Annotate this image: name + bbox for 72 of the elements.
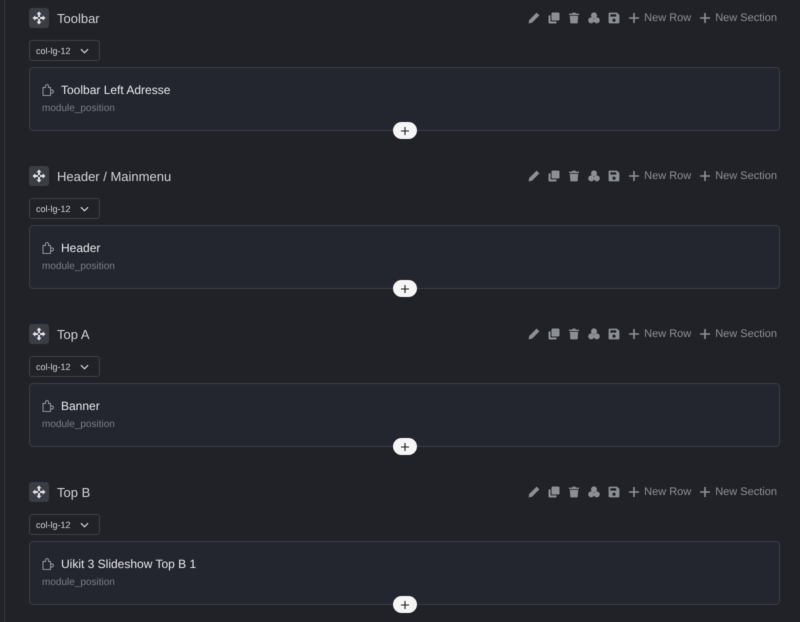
cubes-icon[interactable] [588,328,600,340]
plus-icon [400,126,408,134]
new-section-button[interactable]: New Section [700,11,777,25]
module-position: module_position [42,261,115,272]
trash-icon[interactable] [568,12,580,24]
puzzle-icon [42,84,54,96]
plus-icon [629,487,640,497]
save-icon[interactable] [608,486,620,498]
plus-icon [629,329,640,339]
move-icon[interactable] [29,482,49,502]
cubes-icon[interactable] [588,170,600,182]
add-button[interactable] [392,438,416,455]
new-row-button[interactable]: New Row [629,485,692,499]
chevron-icon [80,522,89,528]
plus-icon [629,13,640,23]
new-row-button[interactable]: New Row [629,169,692,183]
column-select[interactable]: col-lg-12 [29,356,100,377]
puzzle-icon [42,400,54,412]
add-button[interactable] [392,122,416,139]
save-icon[interactable] [608,170,620,182]
copy-icon[interactable] [548,12,560,24]
module-title: Header [61,241,100,255]
new-row-button[interactable]: New Row [629,327,692,341]
add-button[interactable] [392,596,416,613]
trash-icon[interactable] [568,170,580,182]
trash-icon[interactable] [568,328,580,340]
chevron-icon [80,206,89,212]
column-select[interactable]: col-lg-12 [29,514,100,535]
pencil-icon[interactable] [528,170,540,182]
section-title: Toolbar [57,10,100,26]
move-icon[interactable] [29,8,49,28]
save-icon[interactable] [608,12,620,24]
save-icon[interactable] [608,328,620,340]
column-select[interactable]: col-lg-12 [29,40,100,61]
section-title: Header / Mainmenu [57,168,172,184]
move-icon[interactable] [29,324,49,344]
module-title: Uikit 3 Slideshow Top B 1 [61,557,196,571]
plus-icon [700,329,710,339]
plus-icon [629,171,640,181]
new-section-button[interactable]: New Section [700,485,777,499]
module-position: module_position [42,103,115,114]
new-section-button[interactable]: New Section [700,169,777,183]
section-title: Top B [57,484,90,500]
plus-icon [400,442,408,450]
plus-icon [700,487,710,497]
pencil-icon[interactable] [528,486,540,498]
plus-icon [700,13,710,23]
plus-icon [700,171,710,181]
copy-icon[interactable] [548,170,560,182]
cubes-icon[interactable] [588,486,600,498]
puzzle-icon [42,558,54,570]
cubes-icon[interactable] [588,12,600,24]
add-button[interactable] [392,280,416,297]
module-position: module_position [42,577,115,588]
plus-icon [400,284,408,292]
copy-icon[interactable] [548,328,560,340]
new-section-button[interactable]: New Section [700,327,777,341]
copy-icon[interactable] [548,486,560,498]
chevron-icon [80,364,89,370]
plus-icon [400,600,408,608]
pencil-icon[interactable] [528,328,540,340]
move-icon[interactable] [29,166,49,186]
module-position: module_position [42,419,115,430]
column-select[interactable]: col-lg-12 [29,198,100,219]
module-title: Banner [61,399,100,413]
section-title: Top A [57,326,90,342]
chevron-icon [80,48,89,54]
new-row-button[interactable]: New Row [629,11,692,25]
pencil-icon[interactable] [528,12,540,24]
trash-icon[interactable] [568,486,580,498]
module-title: Toolbar Left Adresse [61,83,170,97]
puzzle-icon [42,242,54,254]
